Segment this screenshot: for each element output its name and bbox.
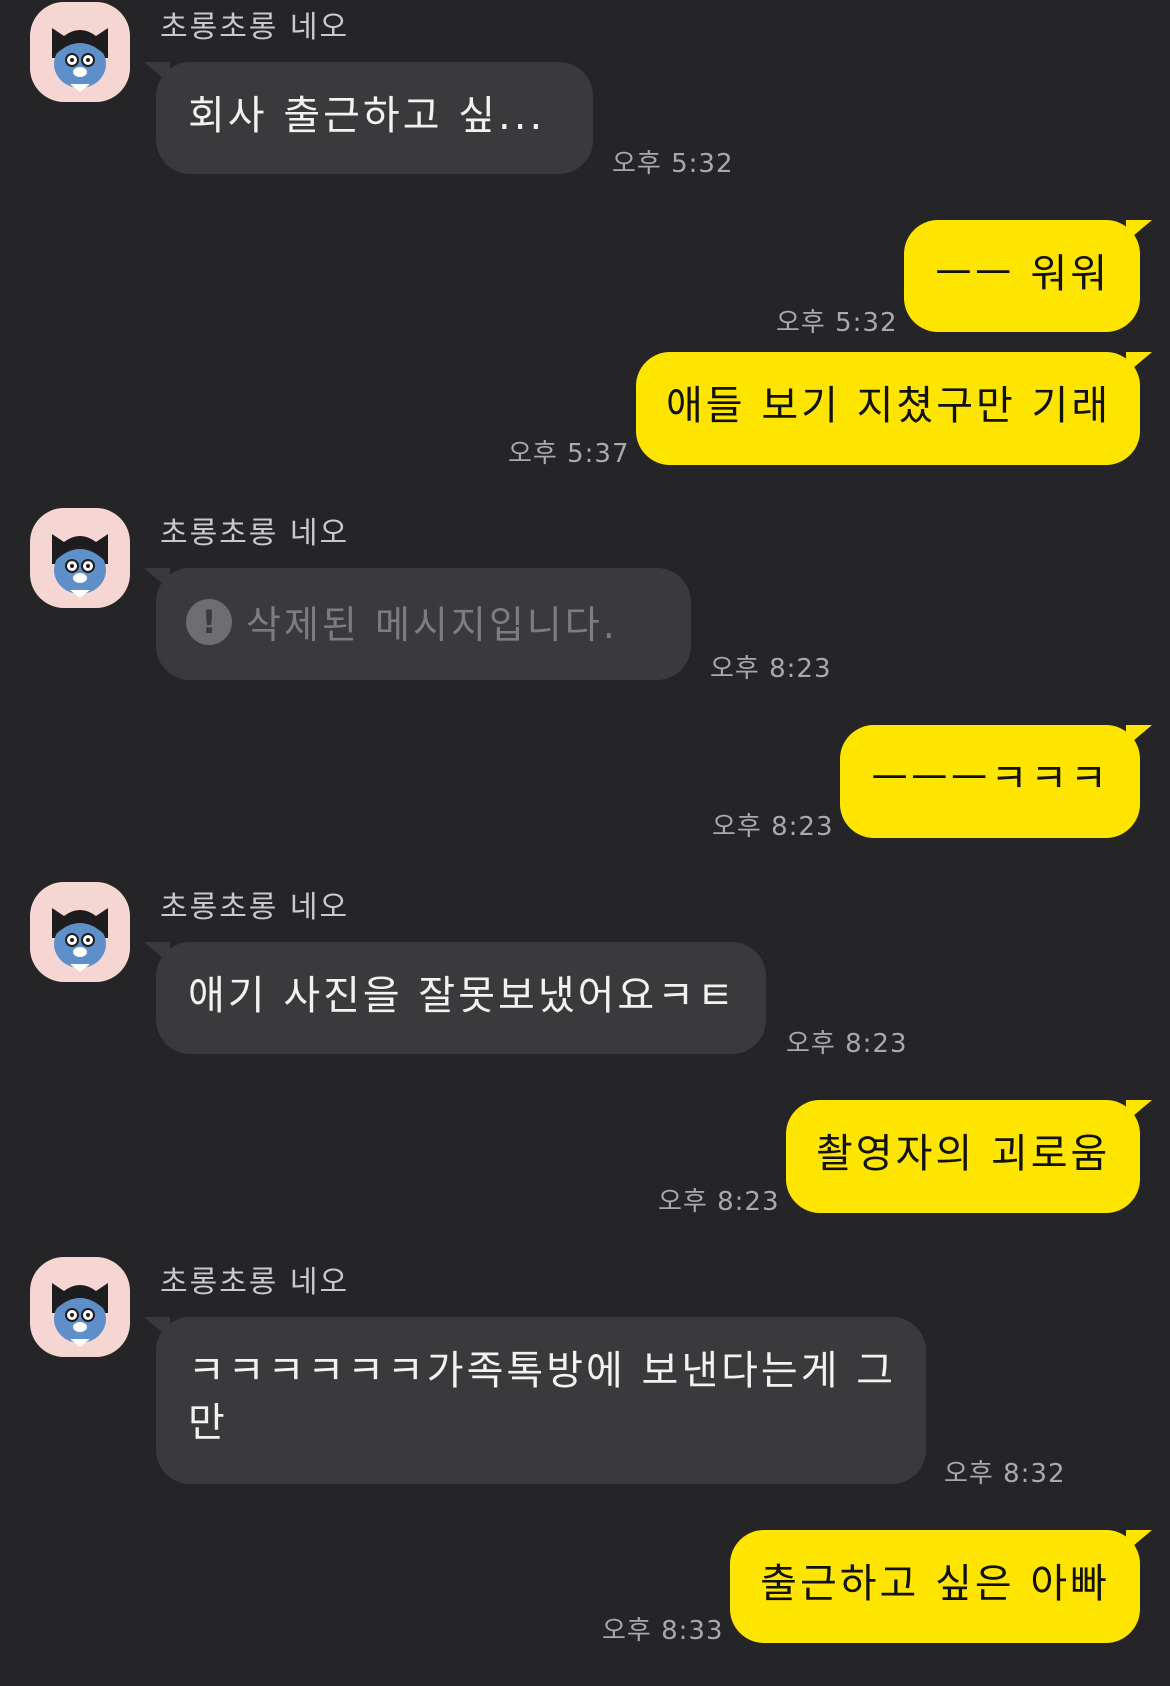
message-text: ㅡㅡㅡㅋㅋㅋ: [871, 756, 1110, 802]
message-time: 오후 8:32: [944, 1459, 1066, 1489]
incoming-message-bubble[interactable]: 애기 사진을 잘못보냈어요ㅋㅌ: [144, 942, 766, 1054]
sender-name: 초롱초롱 네오: [160, 516, 350, 551]
message-text: 촬영자의 괴로움: [816, 1131, 1111, 1177]
message-time: 오후 8:33: [602, 1616, 724, 1646]
sender-name: 초롱초롱 네오: [160, 1265, 350, 1300]
sender-name: 초롱초롱 네오: [160, 890, 350, 925]
message-time: 오후 5:32: [612, 149, 734, 179]
outgoing-message-bubble[interactable]: 애들 보기 지쳤구만 기래: [636, 352, 1152, 465]
deleted-message-bubble[interactable]: ! 삭제된 메시지입니다.: [144, 568, 691, 680]
message-time: 오후 8:23: [712, 812, 834, 842]
message-time: 오후 5:37: [508, 439, 630, 469]
message-text-line: ㅋㅋㅋㅋㅋㅋ가족톡방에 보낸다는게 그: [188, 1348, 897, 1394]
exclamation-icon: !: [186, 598, 232, 645]
message-text: ㅡㅡ 워워: [935, 251, 1110, 297]
outgoing-message-bubble[interactable]: 촬영자의 괴로움: [786, 1100, 1152, 1213]
message-text: 회사 출근하고 싶...: [188, 93, 546, 139]
incoming-message-bubble[interactable]: 회사 출근하고 싶...: [144, 62, 593, 174]
chat-room: 초롱초롱 네오 회사 출근하고 싶... 오후 5:32 오후 5:32 ㅡㅡ …: [0, 0, 1170, 1686]
message-text: 출근하고 싶은 아빠: [760, 1561, 1110, 1607]
neo-avatar-icon[interactable]: [30, 2, 130, 102]
message-text: 애기 사진을 잘못보냈어요ㅋㅌ: [188, 973, 737, 1019]
outgoing-message-bubble[interactable]: ㅡㅡ 워워: [904, 220, 1152, 332]
neo-avatar-icon[interactable]: [30, 508, 130, 608]
message-time: 오후 5:32: [776, 308, 898, 338]
deleted-message-text: 삭제된 메시지입니다.: [246, 603, 618, 647]
message-time: 오후 8:23: [658, 1187, 780, 1217]
sender-name: 초롱초롱 네오: [160, 10, 350, 45]
message-text-line: 만: [188, 1400, 228, 1446]
neo-avatar-icon[interactable]: [30, 882, 130, 982]
message-text: 애들 보기 지쳤구만 기래: [666, 383, 1112, 429]
outgoing-message-bubble[interactable]: ㅡㅡㅡㅋㅋㅋ: [840, 725, 1152, 838]
outgoing-message-bubble[interactable]: 출근하고 싶은 아빠: [730, 1530, 1152, 1643]
message-time: 오후 8:23: [710, 654, 832, 684]
neo-avatar-icon[interactable]: [30, 1257, 130, 1357]
message-time: 오후 8:23: [786, 1029, 908, 1059]
incoming-message-bubble[interactable]: ㅋㅋㅋㅋㅋㅋ가족톡방에 보낸다는게 그 만: [144, 1317, 926, 1484]
